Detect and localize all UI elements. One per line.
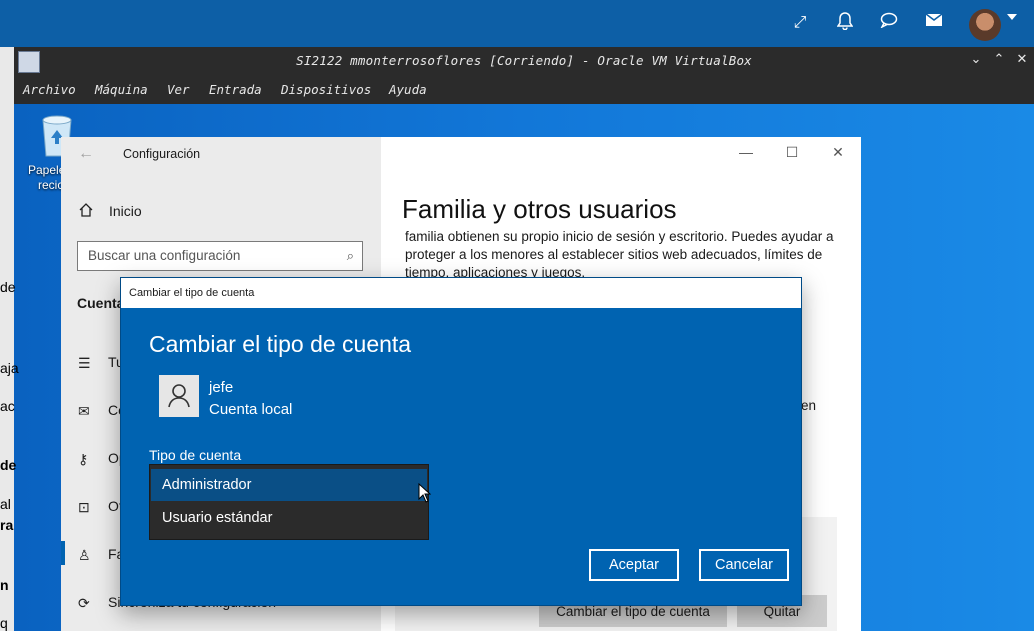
option-standard-user[interactable]: Usuario estándar	[151, 502, 427, 534]
background-text-fragment: ra	[0, 517, 14, 533]
mail-icon: ✉	[78, 403, 90, 419]
dialog-title: Cambiar el tipo de cuenta	[129, 287, 255, 299]
maximize-icon[interactable]: ☐	[780, 144, 804, 161]
dialog-heading: Cambiar el tipo de cuenta	[149, 331, 412, 357]
search-icon[interactable]: ⌕	[347, 248, 354, 264]
host-top-bar: ⤢	[0, 0, 1034, 47]
user-account-kind: Cuenta local	[209, 401, 293, 418]
family-icon: ♙	[78, 547, 91, 563]
sidebar-section-heading: Cuenta	[77, 295, 125, 311]
background-text-fragment: de	[0, 279, 16, 295]
user-avatar-icon	[159, 375, 199, 417]
dialog-titlebar: Cambiar el tipo de cuenta	[121, 278, 801, 308]
menu-ayuda[interactable]: Ayuda	[389, 82, 427, 97]
minimize-icon[interactable]: —	[734, 144, 758, 160]
cancel-button[interactable]: Cancelar	[699, 549, 789, 581]
user-name: jefe	[209, 379, 234, 396]
background-text-fragment: de	[0, 457, 17, 473]
recycle-bin-label: Papele	[28, 163, 66, 177]
menu-ver[interactable]: Ver	[167, 82, 190, 97]
mouse-cursor-icon	[418, 482, 432, 508]
briefcase-icon: ⊡	[78, 499, 90, 515]
recycle-bin-label: recic	[38, 178, 64, 192]
settings-search-box: ⌕	[77, 241, 363, 271]
user-info-icon: ☰	[78, 355, 91, 371]
background-text-fragment: n	[0, 577, 9, 593]
account-type-label: Tipo de cuenta	[149, 447, 242, 463]
mail-icon[interactable]	[923, 12, 945, 34]
settings-window-title: Configuración	[123, 147, 201, 161]
menu-archivo[interactable]: Archivo	[23, 82, 76, 97]
background-text-fragment: al	[0, 496, 11, 512]
menu-dispositivos[interactable]: Dispositivos	[281, 82, 371, 97]
sidebar-item-home[interactable]: Inicio	[109, 203, 142, 219]
menu-entrada[interactable]: Entrada	[209, 82, 262, 97]
chat-icon[interactable]	[878, 12, 900, 34]
chevron-down-icon[interactable]	[1007, 14, 1017, 20]
menu-maquina[interactable]: Máquina	[95, 82, 148, 97]
background-text-fragment: aja	[0, 360, 19, 376]
page-description: familia obtienen su propio inicio de ses…	[405, 229, 834, 280]
host-left-strip	[0, 47, 14, 631]
sidebar-item-email[interactable]: Co	[108, 402, 120, 418]
sidebar-item-sign-in[interactable]: Op	[108, 450, 120, 466]
vbox-titlebar: SI2122 mmonterrosoflores [Corriendo] - O…	[14, 47, 1034, 75]
search-input[interactable]	[78, 242, 338, 268]
key-icon: ⚷	[78, 451, 89, 467]
page-title: Familia y otros usuarios	[402, 194, 677, 224]
background-text-fragment: en	[801, 398, 817, 413]
ok-button[interactable]: Aceptar	[589, 549, 679, 581]
sidebar-item-work[interactable]: Ot	[108, 498, 120, 514]
close-icon[interactable]: ✕	[826, 144, 850, 161]
minimize-icon[interactable]: ⌄	[966, 51, 986, 67]
vbox-menubar: Archivo Máquina Ver Entrada Dispositivos…	[14, 75, 1034, 104]
sync-icon: ⟳	[78, 595, 90, 611]
close-icon[interactable]: ✕	[1012, 51, 1032, 67]
selected-indicator	[61, 541, 65, 565]
background-text-fragment: q	[0, 615, 8, 631]
avatar[interactable]	[969, 9, 1001, 41]
maximize-icon[interactable]: ⌃	[989, 51, 1009, 67]
fullscreen-icon[interactable]: ⤢	[789, 12, 811, 34]
option-administrator[interactable]: Administrador	[151, 469, 427, 501]
back-arrow-icon[interactable]: ←	[78, 145, 94, 163]
sidebar-item-family[interactable]: Fa	[108, 546, 120, 562]
bell-icon[interactable]	[834, 12, 856, 34]
account-type-dropdown[interactable]: Administrador Usuario estándar	[149, 464, 429, 540]
window-title: SI2122 mmonterrosoflores [Corriendo] - O…	[296, 53, 752, 68]
home-icon	[78, 202, 94, 218]
background-text-fragment: ac	[0, 398, 15, 414]
